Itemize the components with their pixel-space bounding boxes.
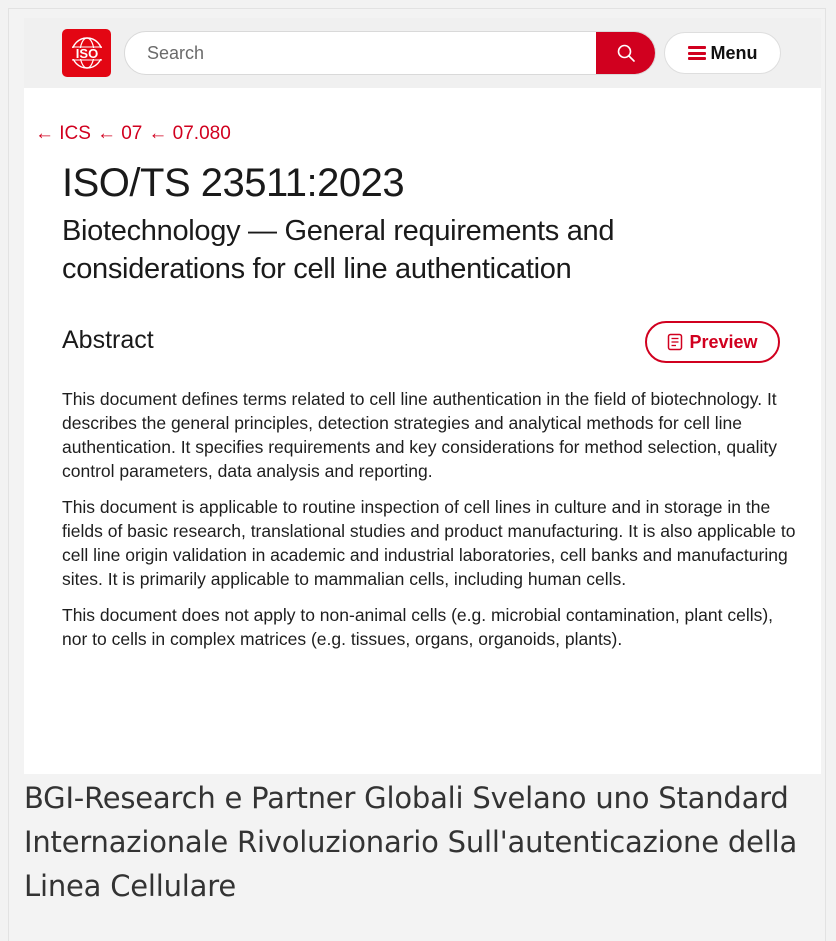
search-icon bbox=[617, 44, 635, 62]
search-input[interactable] bbox=[125, 32, 595, 74]
breadcrumb-07-080[interactable]: ← 07.080 bbox=[148, 123, 230, 145]
preview-button[interactable]: Preview bbox=[645, 321, 780, 363]
menu-label: Menu bbox=[710, 42, 758, 63]
hamburger-icon bbox=[687, 46, 706, 60]
abstract-paragraph: This document does not apply to non-anim… bbox=[62, 605, 774, 649]
search-button[interactable] bbox=[596, 32, 655, 74]
abstract-paragraph: This document is applicable to routine i… bbox=[62, 497, 796, 589]
preview-label: Preview bbox=[689, 331, 758, 352]
page-title: ISO/TS 23511:2023 bbox=[62, 161, 405, 205]
logo-text: ISO bbox=[75, 46, 97, 61]
breadcrumb-ics[interactable]: ← ICS bbox=[35, 123, 91, 145]
iso-page-screenshot: ISO Menu ← ICS ← 07 ← 07.080 ISO/TS 2351… bbox=[24, 18, 821, 774]
abstract-paragraph: This document defines terms related to c… bbox=[62, 389, 777, 481]
iso-globe-icon: ISO bbox=[68, 37, 105, 69]
abstract-heading: Abstract bbox=[62, 326, 154, 354]
menu-button[interactable]: Menu bbox=[664, 32, 781, 74]
iso-logo[interactable]: ISO bbox=[62, 29, 111, 77]
page-subtitle: Biotechnology — General requirements and… bbox=[62, 215, 615, 285]
breadcrumb: ← ICS ← 07 ← 07.080 bbox=[35, 123, 231, 145]
search-bar bbox=[124, 31, 656, 75]
site-header: ISO Menu bbox=[24, 18, 821, 88]
article-caption: BGI-Research e Partner Globali Svelano u… bbox=[24, 781, 798, 903]
document-preview-icon bbox=[668, 333, 683, 351]
breadcrumb-07[interactable]: ← 07 bbox=[97, 123, 142, 145]
abstract-body: This document defines terms related to c… bbox=[62, 387, 802, 663]
